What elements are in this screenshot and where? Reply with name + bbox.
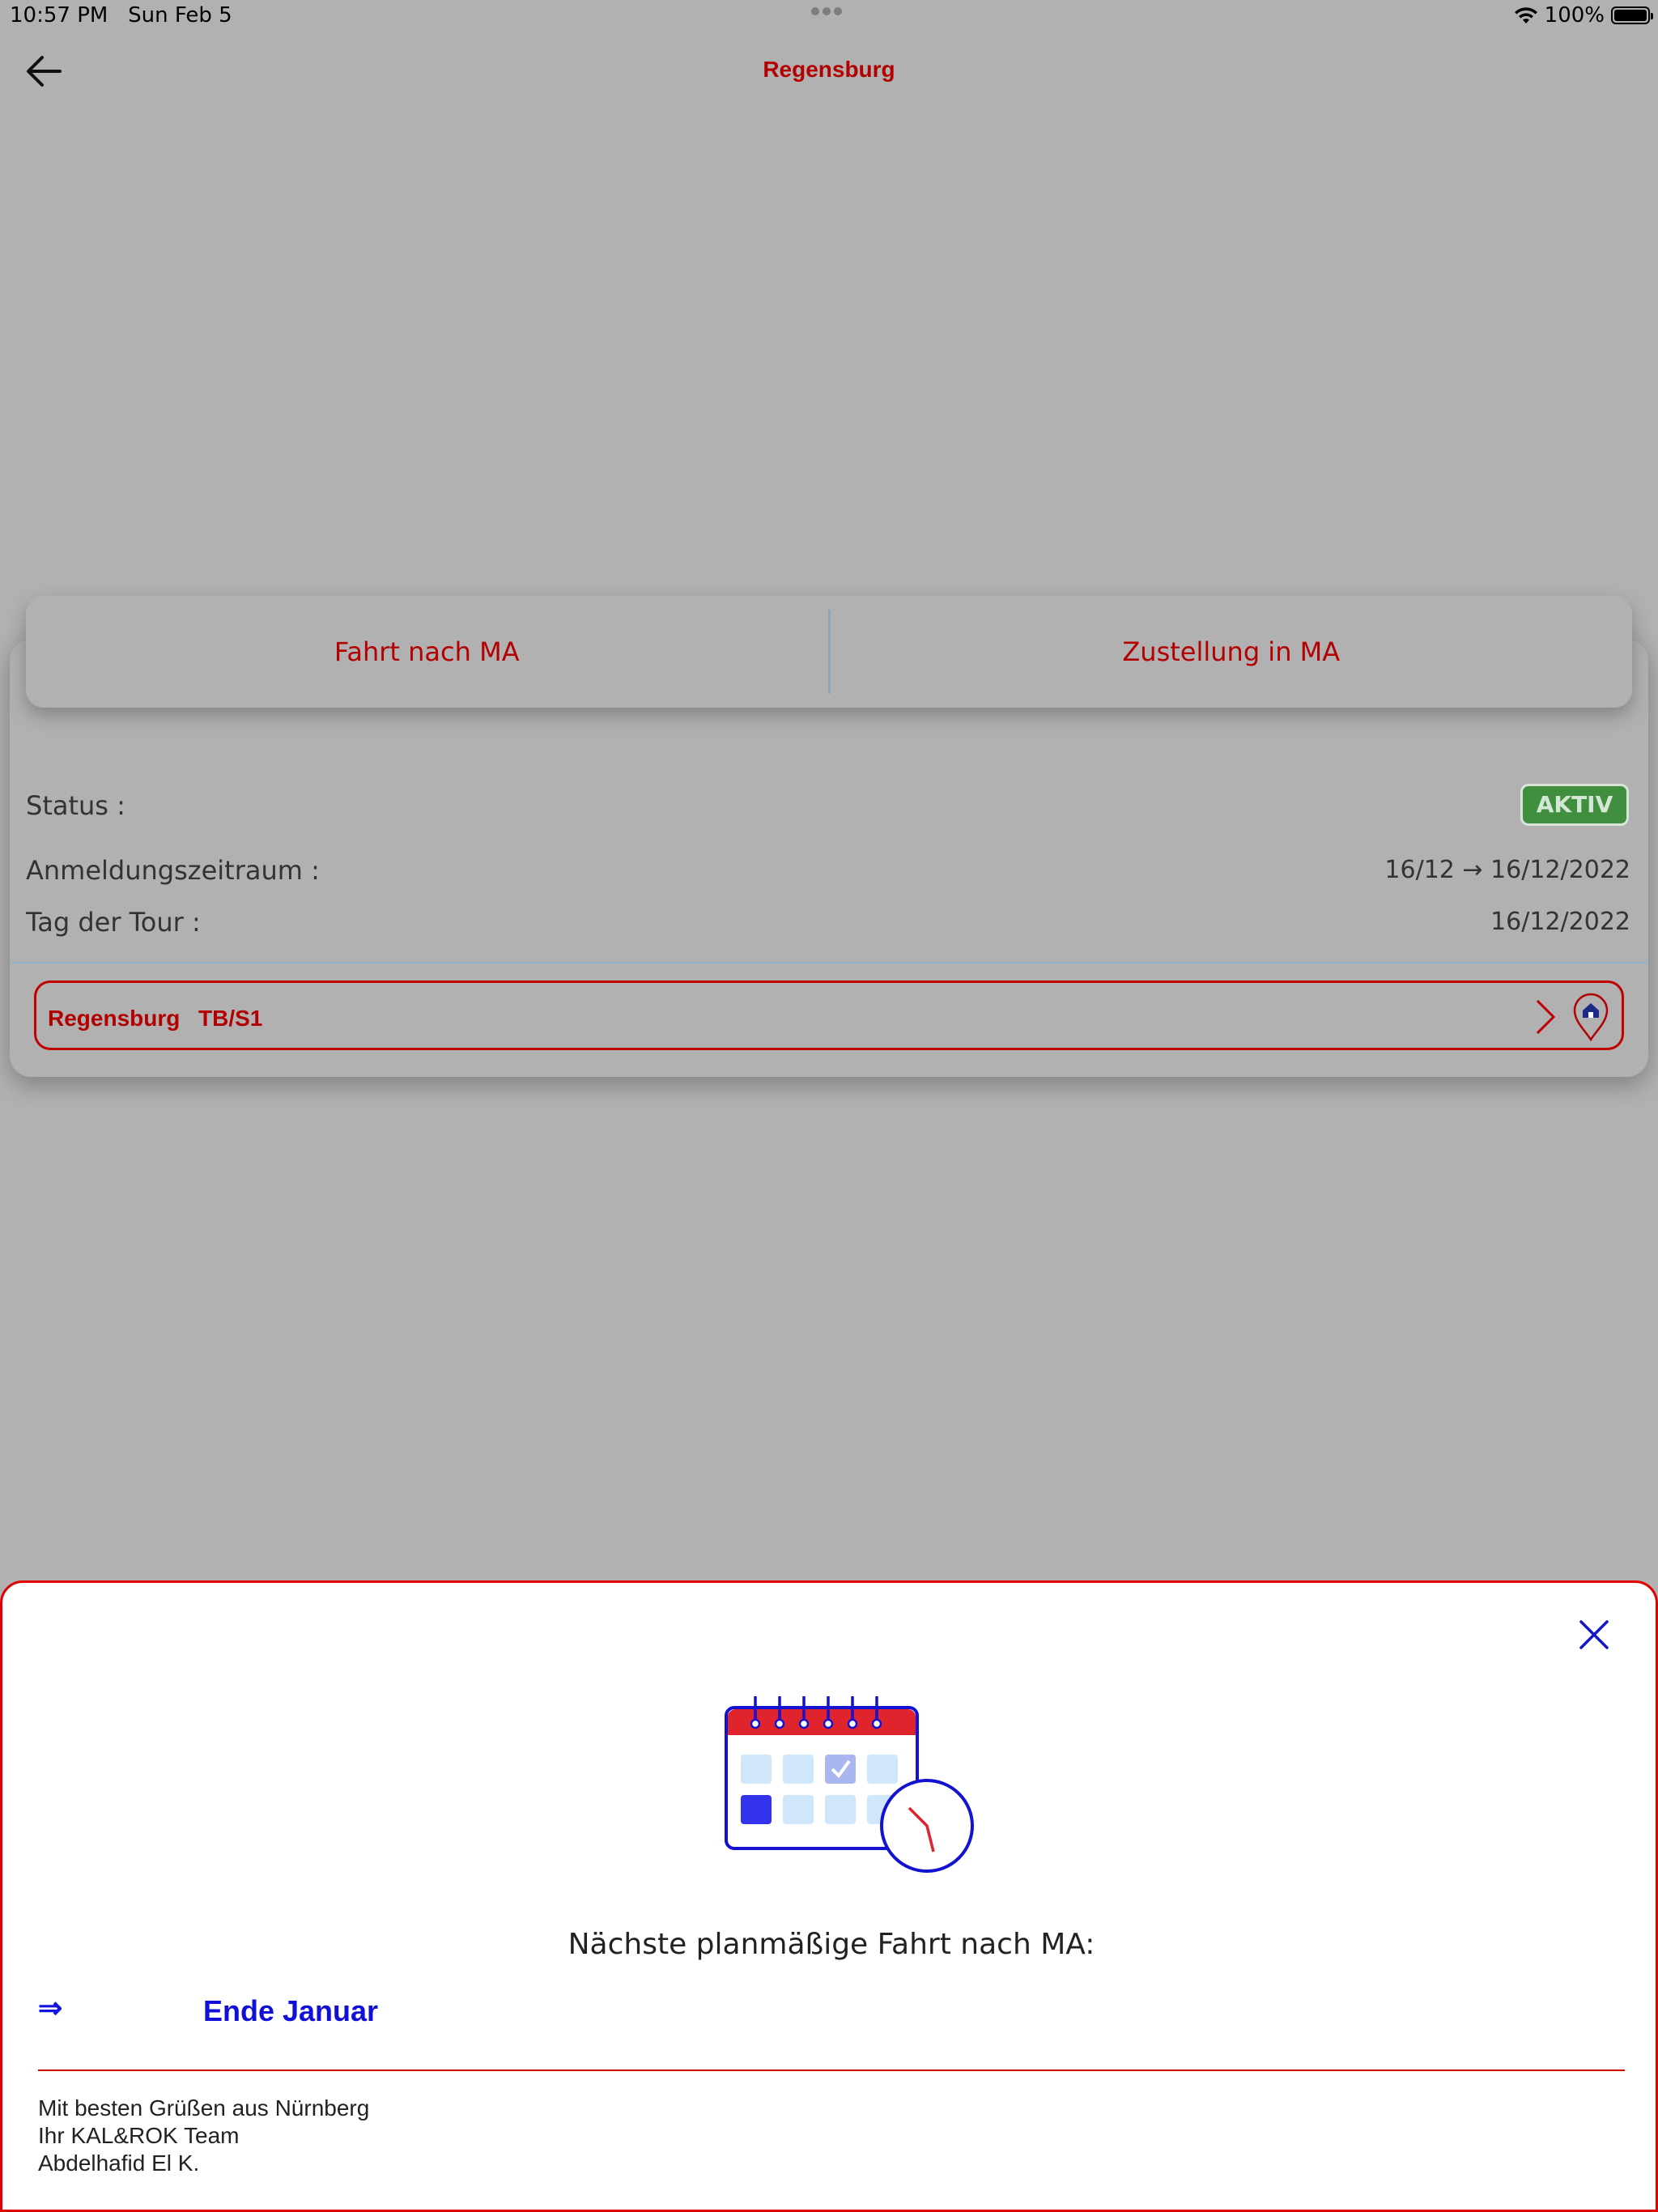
tour-day-label: Tag der Tour : bbox=[26, 907, 201, 938]
multitasking-dots[interactable] bbox=[811, 5, 847, 18]
status-date: Sun Feb 5 bbox=[128, 3, 232, 28]
page-title: Regensburg bbox=[763, 57, 895, 82]
registration-period-value: 16/12 → 16/12/2022 bbox=[1384, 856, 1630, 884]
status-clock: 10:57 PM bbox=[10, 3, 108, 28]
tour-list-item[interactable]: Regensburg TB/S1 bbox=[34, 981, 1624, 1050]
tab-fahrt-nach-ma[interactable]: Fahrt nach MA bbox=[26, 636, 828, 667]
greeting-line-2: Ihr KAL&ROK Team bbox=[38, 2123, 240, 2148]
next-trip-date: Ende Januar bbox=[203, 1994, 379, 2027]
greeting-line-3: Abdelhafid El K. bbox=[38, 2150, 200, 2176]
wifi-icon bbox=[1514, 7, 1537, 23]
greeting-text: Mit besten Grüßen aus Nürnberg Ihr KAL&R… bbox=[38, 2095, 369, 2177]
battery-icon bbox=[1611, 6, 1653, 24]
greeting-line-1: Mit besten Grüßen aus Nürnberg bbox=[38, 2095, 370, 2121]
double-arrow-icon: ⇒ bbox=[38, 1991, 63, 2024]
sheet-divider bbox=[38, 2069, 1625, 2071]
next-trip-sheet: Nächste planmäßige Fahrt nach MA: ⇒ Ende… bbox=[0, 1580, 1658, 2212]
chevron-right-icon[interactable] bbox=[1533, 998, 1557, 1036]
close-icon[interactable] bbox=[1578, 1619, 1610, 1651]
calendar-clock-icon bbox=[725, 1696, 974, 1873]
tab-bar: Fahrt nach MA Zustellung in MA bbox=[26, 596, 1632, 708]
status-time: 10:57 PM Sun Feb 5 bbox=[10, 3, 232, 28]
home-location-pin-icon[interactable] bbox=[1571, 991, 1610, 1043]
tour-day-value: 16/12/2022 bbox=[1490, 908, 1630, 936]
tab-zustellung-in-ma[interactable]: Zustellung in MA bbox=[831, 636, 1633, 667]
tour-code: TB/S1 bbox=[198, 1006, 263, 1031]
next-trip-heading: Nächste planmäßige Fahrt nach MA: bbox=[568, 1928, 1095, 1961]
registration-period-label: Anmeldungszeitraum : bbox=[26, 855, 320, 886]
status-bar: 10:57 PM Sun Feb 5 100% bbox=[0, 0, 1658, 32]
status-indicators: 100% bbox=[1514, 3, 1653, 28]
tour-city: Regensburg bbox=[48, 1006, 181, 1031]
battery-percent: 100% bbox=[1544, 3, 1605, 28]
section-divider bbox=[10, 962, 1648, 963]
status-badge: AKTIV bbox=[1520, 784, 1629, 826]
status-label: Status : bbox=[26, 790, 125, 821]
